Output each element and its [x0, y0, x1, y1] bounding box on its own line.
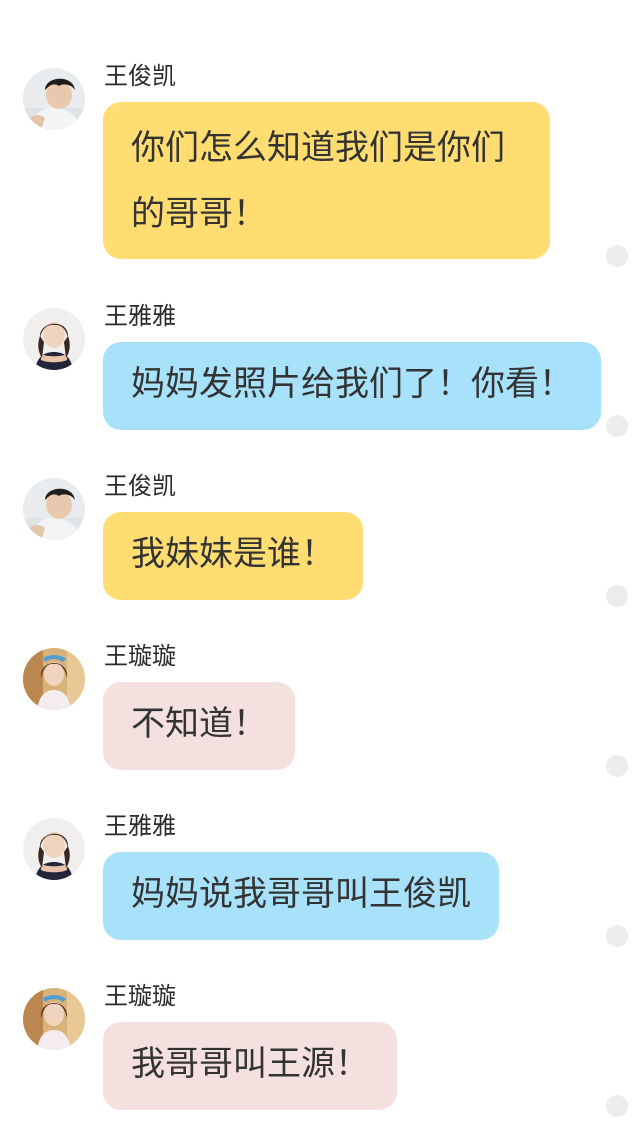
sender-name: 王俊凯 — [104, 472, 176, 500]
sender-name: 王雅雅 — [104, 302, 176, 330]
chat-message: 王璇璇 我哥哥叫王源！ — [0, 982, 640, 1112]
message-bubble[interactable]: 我妹妹是谁！ — [103, 512, 363, 600]
status-dot — [606, 415, 628, 437]
sender-name: 王雅雅 — [104, 812, 176, 840]
chat-message: 王雅雅 妈妈说我哥哥叫王俊凯 — [0, 812, 640, 942]
message-bubble[interactable]: 不知道！ — [103, 682, 295, 770]
chat-message: 王俊凯 你们怎么知道我们是你们的哥哥！ — [0, 62, 640, 262]
status-dot — [606, 585, 628, 607]
message-bubble[interactable]: 妈妈说我哥哥叫王俊凯 — [103, 852, 499, 940]
girl-lace-avatar[interactable] — [23, 988, 85, 1050]
chat-conversation: 王俊凯 你们怎么知道我们是你们的哥哥！ 王雅雅 妈妈发照片给我们了！你看！ 王俊… — [0, 0, 640, 1129]
chat-message: 王雅雅 妈妈发照片给我们了！你看！ — [0, 302, 640, 432]
status-dot — [606, 925, 628, 947]
sender-name: 王璇璇 — [104, 982, 176, 1010]
message-bubble[interactable]: 我哥哥叫王源！ — [103, 1022, 397, 1110]
message-bubble[interactable]: 你们怎么知道我们是你们的哥哥！ — [103, 102, 550, 259]
status-dot — [606, 1095, 628, 1117]
status-dot — [606, 755, 628, 777]
girl-offshoulder-avatar[interactable] — [23, 818, 85, 880]
sender-name: 王俊凯 — [104, 62, 176, 90]
chat-message: 王璇璇 不知道！ — [0, 642, 640, 772]
chat-message: 王俊凯 我妹妹是谁！ — [0, 472, 640, 602]
girl-lace-avatar[interactable] — [23, 648, 85, 710]
status-dot — [606, 245, 628, 267]
message-bubble[interactable]: 妈妈发照片给我们了！你看！ — [103, 342, 601, 430]
sender-name: 王璇璇 — [104, 642, 176, 670]
girl-offshoulder-avatar[interactable] — [23, 308, 85, 370]
boy-avatar[interactable] — [23, 68, 85, 130]
boy-avatar[interactable] — [23, 478, 85, 540]
